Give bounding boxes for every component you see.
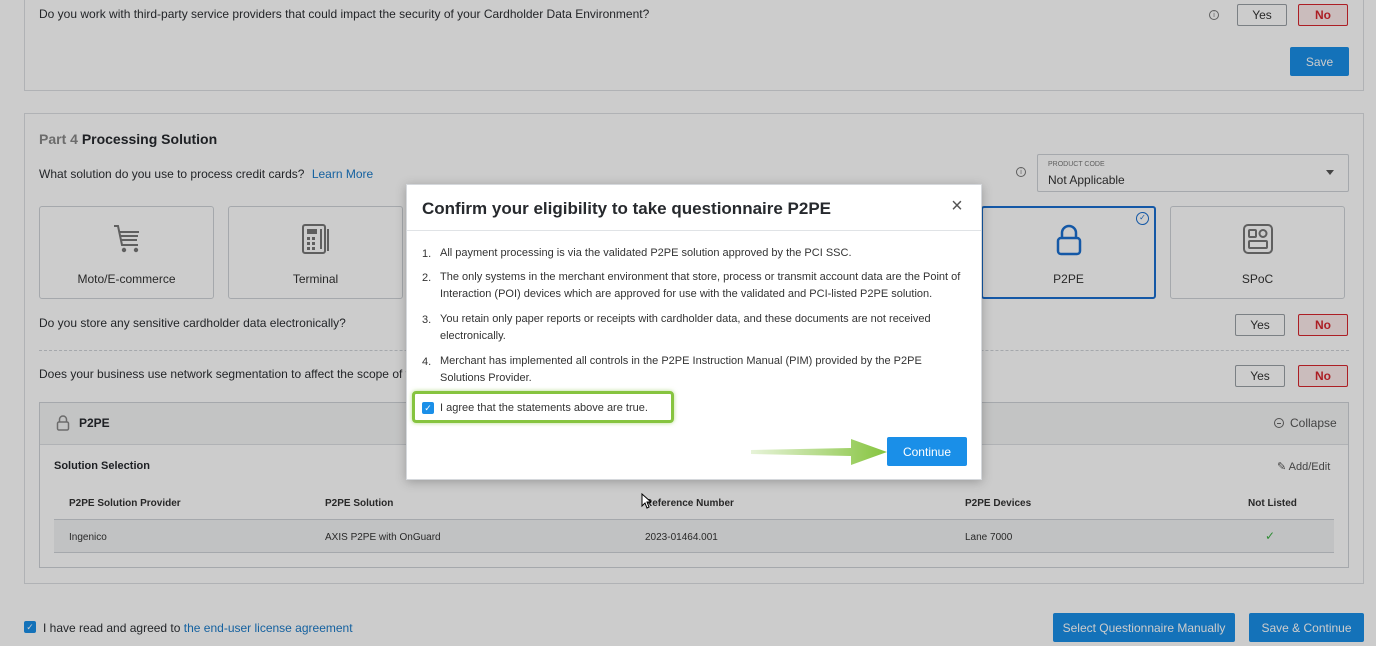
list-item: All payment processing is via the valida… — [440, 247, 852, 259]
list-item: The only systems in the merchant environ… — [440, 271, 961, 300]
eligibility-modal: Confirm your eligibility to take questio… — [406, 184, 982, 480]
list-number: 1. — [422, 248, 432, 260]
close-icon[interactable]: × — [947, 196, 967, 216]
list-number: 4. — [422, 356, 432, 368]
list-item: Merchant has implemented all controls in… — [440, 355, 922, 384]
arrow-annotation — [751, 439, 887, 468]
list-number: 2. — [422, 272, 432, 284]
agree-label: I agree that the statements above are tr… — [440, 402, 648, 414]
modal-header: Confirm your eligibility to take questio… — [407, 185, 981, 231]
list-item: You retain only paper reports or receipt… — [440, 313, 931, 342]
list-number: 3. — [422, 314, 432, 326]
mouse-cursor-icon — [641, 492, 653, 512]
modal-title: Confirm your eligibility to take questio… — [422, 199, 832, 218]
continue-button[interactable]: Continue — [887, 437, 967, 466]
agree-checkbox[interactable]: ✓ — [422, 402, 434, 414]
